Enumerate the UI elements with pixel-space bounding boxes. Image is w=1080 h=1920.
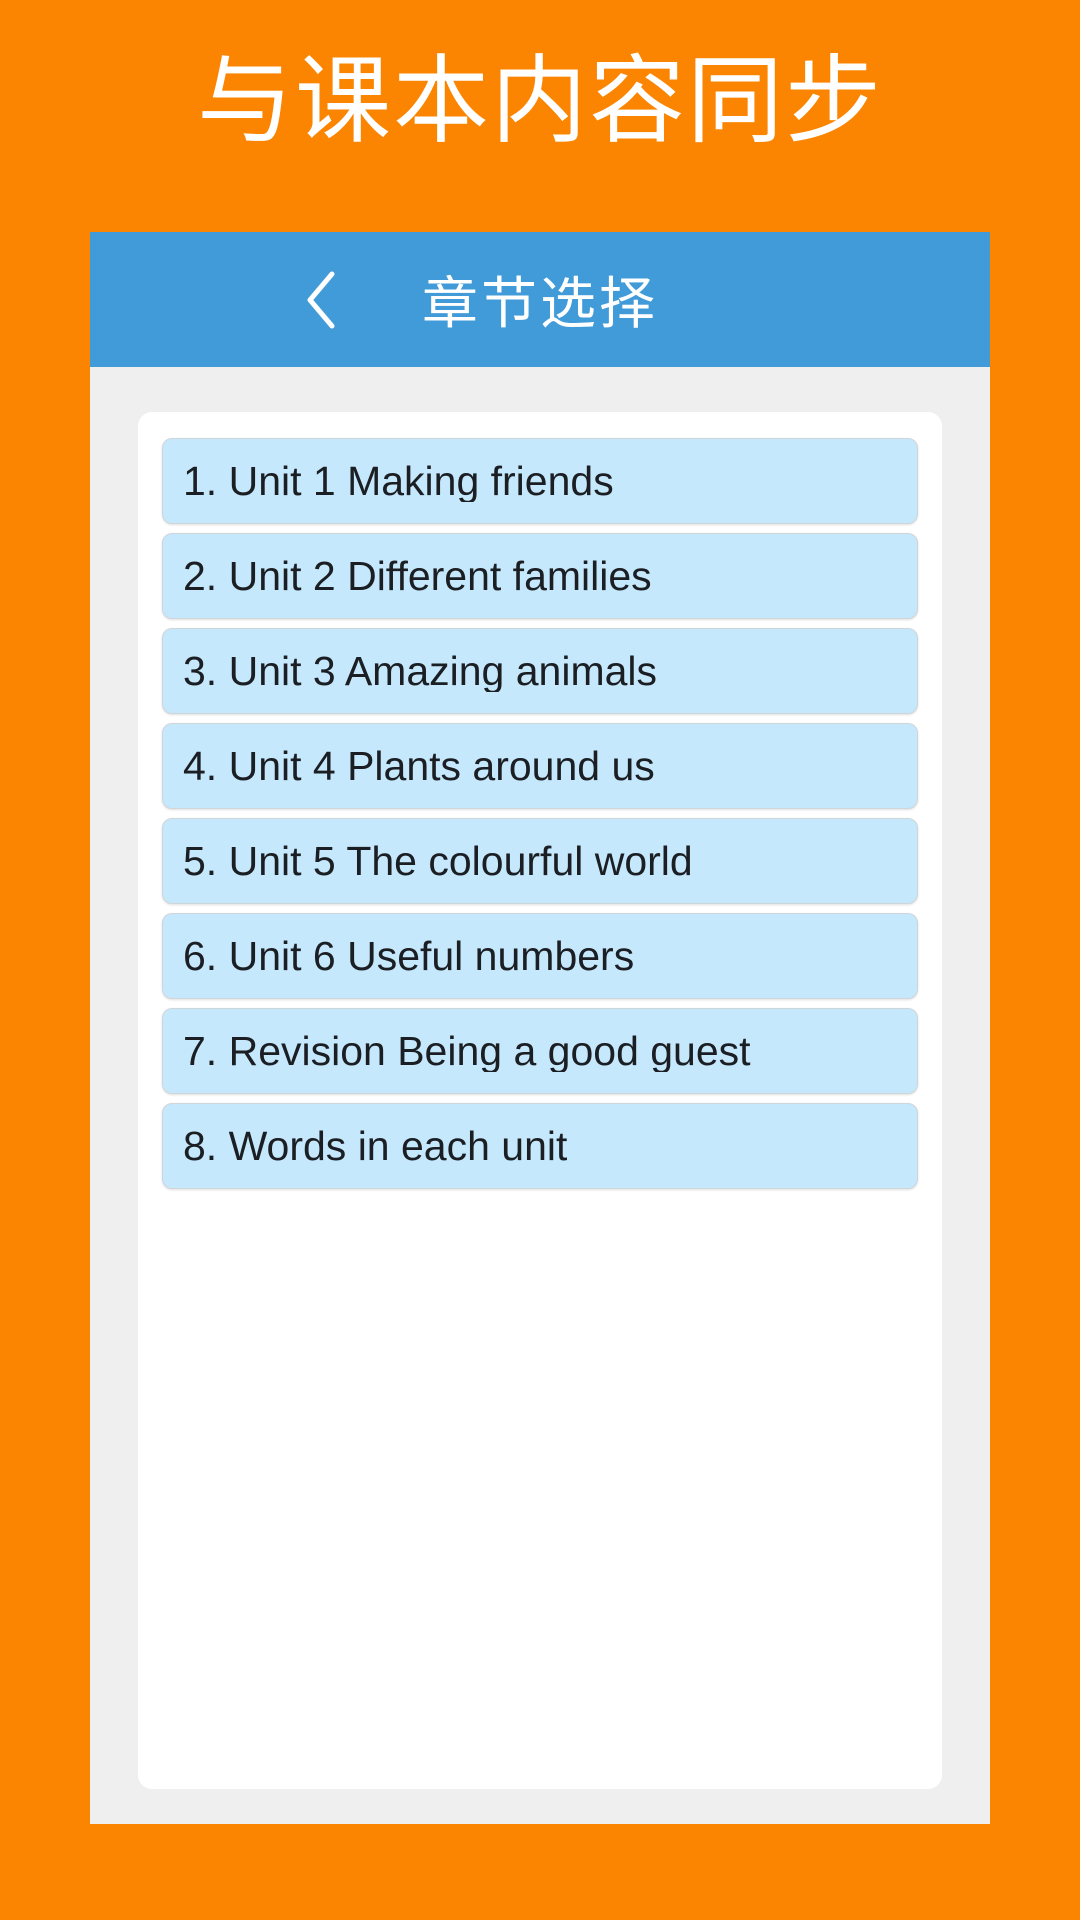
chapter-item-label: 7. Revision Being a good guest — [183, 1030, 751, 1072]
list-item[interactable]: 4. Unit 4 Plants around us — [162, 723, 918, 809]
device-screen: 章节选择 1. Unit 1 Making friends 2. Unit 2 … — [90, 232, 990, 1824]
chevron-left-icon — [300, 269, 340, 331]
chapter-item-label: 3. Unit 3 Amazing animals — [183, 650, 658, 692]
list-item[interactable]: 3. Unit 3 Amazing animals — [162, 628, 918, 714]
chapter-item-label: 5. Unit 5 The colourful world — [183, 840, 693, 882]
chapter-item-label: 1. Unit 1 Making friends — [183, 460, 614, 502]
list-item[interactable]: 5. Unit 5 The colourful world — [162, 818, 918, 904]
chapter-item-label: 4. Unit 4 Plants around us — [183, 745, 655, 787]
promo-headline: 与课本内容同步 — [197, 48, 883, 155]
chapter-list-card: 1. Unit 1 Making friends 2. Unit 2 Diffe… — [138, 412, 942, 1789]
list-item[interactable]: 7. Revision Being a good guest — [162, 1008, 918, 1094]
app-bar: 章节选择 — [90, 232, 990, 367]
list-item[interactable]: 6. Unit 6 Useful numbers — [162, 913, 918, 999]
list-item[interactable]: 2. Unit 2 Different families — [162, 533, 918, 619]
list-item[interactable]: 1. Unit 1 Making friends — [162, 438, 918, 524]
chapter-item-label: 6. Unit 6 Useful numbers — [183, 935, 635, 977]
list-item[interactable]: 8. Words in each unit — [162, 1103, 918, 1189]
app-bar-title: 章节选择 — [422, 272, 658, 335]
back-button[interactable] — [290, 270, 350, 330]
chapter-item-label: 8. Words in each unit — [183, 1125, 568, 1167]
content-area: 1. Unit 1 Making friends 2. Unit 2 Diffe… — [90, 367, 990, 1824]
chapter-item-label: 2. Unit 2 Different families — [183, 555, 652, 597]
